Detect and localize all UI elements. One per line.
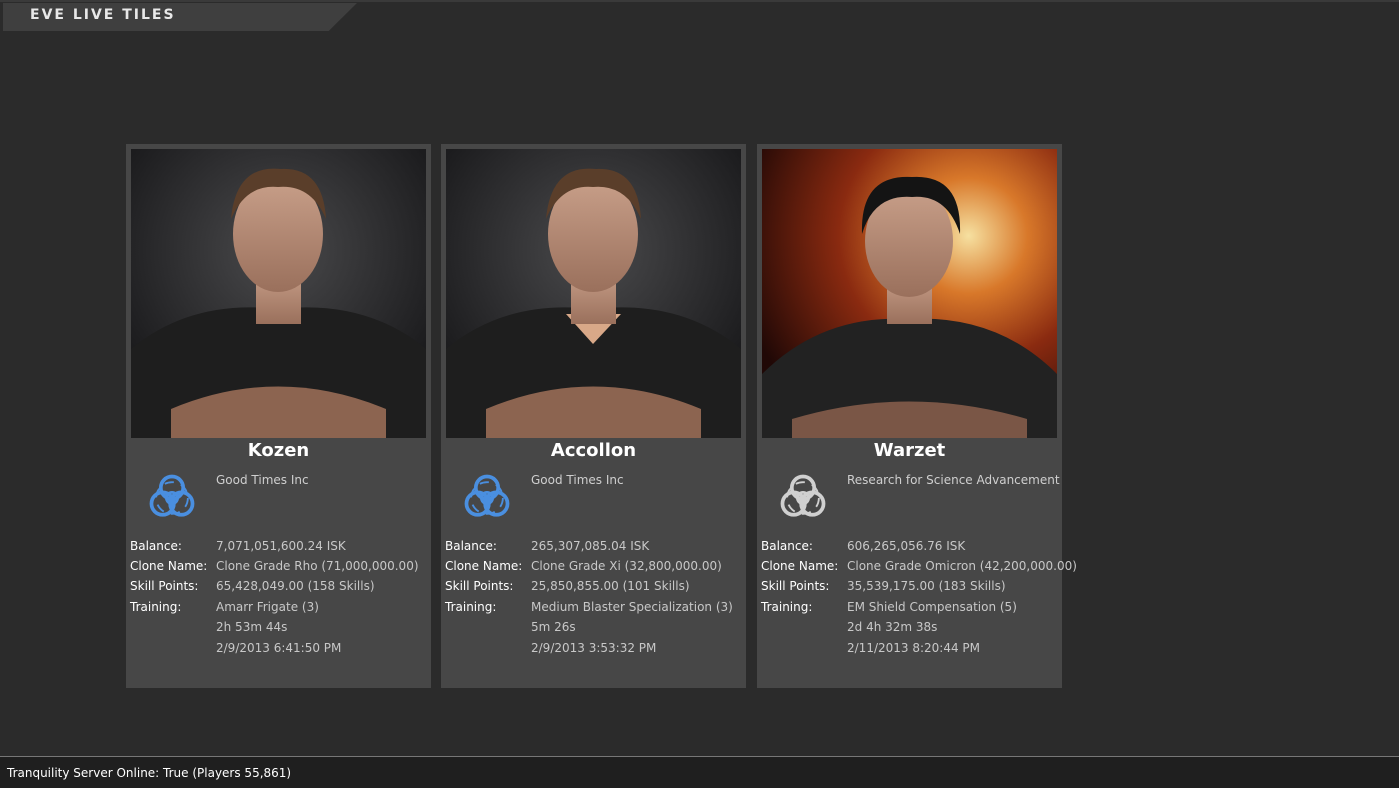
training-label: Training: (445, 600, 497, 614)
balance-label: Balance: (130, 539, 182, 553)
corporation-name: Research for Science Advancement (847, 473, 1060, 487)
biohazard-blue-icon (144, 470, 200, 526)
balance-value: 606,265,056.76 ISK (847, 539, 966, 553)
character-portrait (446, 149, 741, 438)
balance-label: Balance: (445, 539, 497, 553)
top-rule (0, 0, 1399, 2)
clone-name-value: Clone Grade Xi (32,800,000.00) (531, 559, 722, 573)
training-finish: 2/9/2013 3:53:32 PM (531, 641, 657, 655)
character-card-warzet[interactable]: Warzet Research for Science Advancement … (757, 144, 1077, 688)
training-finish: 2/11/2013 8:20:44 PM (847, 641, 981, 655)
training-skill: Medium Blaster Specialization (3) (531, 600, 733, 614)
clone-name-label: Clone Name: (445, 559, 523, 573)
status-bar: Tranquility Server Online: True (Players… (0, 756, 1399, 788)
app-title: EVE LIVE TILES (30, 7, 176, 23)
training-label: Training: (761, 600, 813, 614)
clone-name-value: Clone Grade Omicron (42,200,000.00) (847, 559, 1077, 573)
training-remaining: 5m 26s (531, 620, 576, 634)
skill-points-label: Skill Points: (761, 579, 830, 593)
skill-points-label: Skill Points: (445, 579, 514, 593)
balance-value: 265,307,085.04 ISK (531, 539, 650, 553)
skill-points-value: 35,539,175.00 (183 Skills) (847, 579, 1006, 593)
training-skill: Amarr Frigate (3) (216, 600, 319, 614)
training-label: Training: (130, 600, 182, 614)
biohazard-silver-icon (775, 470, 831, 526)
clone-name-value: Clone Grade Rho (71,000,000.00) (216, 559, 419, 573)
training-remaining: 2h 53m 44s (216, 620, 288, 634)
skill-points-label: Skill Points: (130, 579, 199, 593)
character-name: Warzet (873, 440, 946, 461)
training-skill: EM Shield Compensation (5) (847, 600, 1017, 614)
biohazard-blue-icon (459, 470, 515, 526)
corporation-name: Good Times Inc (531, 473, 624, 487)
clone-name-label: Clone Name: (130, 559, 208, 573)
corporation-name: Good Times Inc (216, 473, 309, 487)
server-status-text: Tranquility Server Online: True (Players… (7, 766, 292, 780)
character-card-kozen[interactable]: Kozen Good Times Inc Balance: 7,071,051,… (126, 144, 431, 688)
balance-value: 7,071,051,600.24 ISK (216, 539, 346, 553)
character-portrait (131, 149, 426, 438)
clone-name-label: Clone Name: (761, 559, 839, 573)
training-remaining: 2d 4h 32m 38s (847, 620, 938, 634)
skill-points-value: 65,428,049.00 (158 Skills) (216, 579, 375, 593)
training-finish: 2/9/2013 6:41:50 PM (216, 641, 342, 655)
character-name: Accollon (550, 440, 637, 461)
character-name: Kozen (247, 440, 310, 461)
character-portrait (762, 149, 1057, 438)
character-card-accollon[interactable]: Accollon Good Times Inc Balance: 265,307… (441, 144, 746, 688)
balance-label: Balance: (761, 539, 813, 553)
skill-points-value: 25,850,855.00 (101 Skills) (531, 579, 690, 593)
